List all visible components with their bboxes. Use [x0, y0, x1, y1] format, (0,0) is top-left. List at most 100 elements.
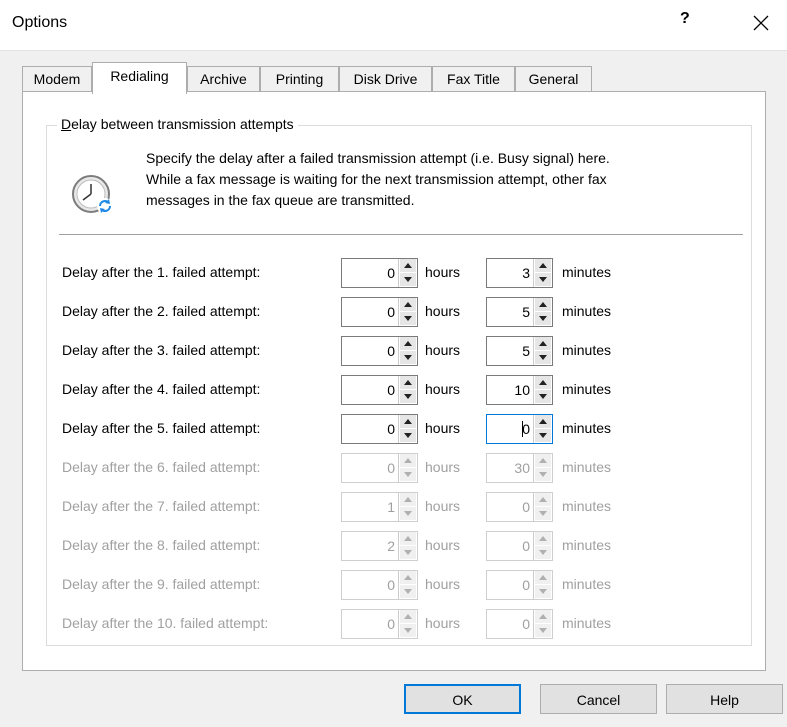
hours-spinner[interactable]: 0 [341, 258, 418, 288]
minutes-unit-label: minutes [562, 576, 612, 592]
hours-unit-label: hours [425, 576, 461, 592]
hours-value[interactable]: 0 [387, 382, 395, 398]
minutes-up-button[interactable] [535, 415, 551, 428]
minutes-spinner[interactable]: 0 [486, 414, 553, 444]
minutes-unit-label: minutes [562, 381, 612, 397]
hours-up-button[interactable] [400, 376, 416, 389]
minutes-down-button[interactable] [535, 273, 551, 286]
minutes-spinner[interactable]: 5 [486, 297, 553, 327]
tab-modem[interactable]: Modem [22, 66, 92, 92]
minutes-up-button [535, 532, 551, 545]
help-button-bottom[interactable]: Help [666, 684, 783, 714]
minutes-up-button[interactable] [535, 259, 551, 272]
hours-spinner: 1 [341, 492, 418, 522]
hours-up-button[interactable] [400, 415, 416, 428]
hours-spin-buttons [398, 298, 417, 326]
text-caret [522, 421, 523, 437]
minutes-value: 0 [522, 499, 530, 515]
minutes-value[interactable]: 10 [514, 382, 530, 398]
minutes-value[interactable]: 5 [522, 304, 530, 320]
hours-up-button[interactable] [400, 298, 416, 311]
tab-general[interactable]: General [515, 66, 592, 92]
minutes-up-button[interactable] [535, 337, 551, 350]
hours-down-button[interactable] [400, 429, 416, 442]
delay-label: Delay after the 3. failed attempt: [62, 342, 261, 358]
tab-fax-title[interactable]: Fax Title [432, 66, 515, 92]
hours-spinner[interactable]: 0 [341, 297, 418, 327]
arrow-down-icon [404, 628, 412, 633]
minutes-down-button[interactable] [535, 351, 551, 364]
hours-value[interactable]: 0 [387, 343, 395, 359]
tab-archive[interactable]: Archive [187, 66, 260, 92]
hours-value[interactable]: 0 [387, 421, 395, 437]
minutes-value[interactable]: 0 [522, 421, 530, 437]
arrow-down-icon [539, 277, 547, 282]
help-button[interactable]: ? [680, 10, 690, 28]
hours-up-button [400, 493, 416, 506]
hours-unit-label: hours [425, 342, 461, 358]
cancel-button[interactable]: Cancel [540, 684, 657, 714]
hours-up-button[interactable] [400, 337, 416, 350]
close-icon[interactable] [746, 8, 776, 38]
delay-row: Delay after the 1. failed attempt: 0 hours… [62, 258, 742, 288]
hours-unit-label: hours [425, 459, 461, 475]
minutes-up-button[interactable] [535, 376, 551, 389]
minutes-spinner[interactable]: 5 [486, 336, 553, 366]
tab-redialing[interactable]: Redialing [92, 62, 187, 94]
minutes-spin-buttons [533, 337, 552, 365]
hours-down-button[interactable] [400, 390, 416, 403]
arrow-up-icon [404, 263, 412, 268]
description-line: messages in the fax queue are transmitte… [146, 192, 415, 208]
delay-row: Delay after the 2. failed attempt: 0 hours… [62, 297, 742, 327]
hours-down-button[interactable] [400, 312, 416, 325]
arrow-up-icon [404, 614, 412, 619]
arrow-up-icon [539, 575, 547, 580]
hours-value[interactable]: 0 [387, 265, 395, 281]
minutes-spinner: 0 [486, 609, 553, 639]
delay-label: Delay after the 7. failed attempt: [62, 498, 261, 514]
hours-spinner: 0 [341, 453, 418, 483]
tab-disk-drive[interactable]: Disk Drive [339, 66, 432, 92]
minutes-spinner[interactable]: 3 [486, 258, 553, 288]
minutes-down-button[interactable] [535, 429, 551, 442]
delay-label: Delay after the 4. failed attempt: [62, 381, 261, 397]
arrow-up-icon [539, 614, 547, 619]
description-line: While a fax message is waiting for the n… [146, 171, 607, 187]
delay-label: Delay after the 1. failed attempt: [62, 264, 261, 280]
window-title: Options [12, 14, 68, 31]
hours-unit-label: hours [425, 264, 461, 280]
hours-spinner[interactable]: 0 [341, 375, 418, 405]
minutes-value: 0 [522, 616, 530, 632]
minutes-value[interactable]: 3 [522, 265, 530, 281]
hours-down-button [400, 624, 416, 637]
hours-spin-buttons [398, 610, 417, 638]
delay-label: Delay after the 6. failed attempt: [62, 459, 261, 475]
hours-spinner[interactable]: 0 [341, 414, 418, 444]
minutes-down-button[interactable] [535, 312, 551, 325]
arrow-up-icon [539, 536, 547, 541]
hours-spin-buttons [398, 454, 417, 482]
hours-up-button[interactable] [400, 259, 416, 272]
hours-unit-label: hours [425, 498, 461, 514]
minutes-down-button[interactable] [535, 390, 551, 403]
hours-down-button[interactable] [400, 273, 416, 286]
tab-printing[interactable]: Printing [260, 66, 339, 92]
hours-value: 1 [387, 499, 395, 515]
hours-spinner[interactable]: 0 [341, 336, 418, 366]
hours-unit-label: hours [425, 615, 461, 631]
minutes-value[interactable]: 5 [522, 343, 530, 359]
hours-value[interactable]: 0 [387, 304, 395, 320]
minutes-spin-buttons [533, 454, 552, 482]
minutes-spinner[interactable]: 10 [486, 375, 553, 405]
minutes-up-button[interactable] [535, 298, 551, 311]
hours-spin-buttons [398, 415, 417, 443]
minutes-spinner: 30 [486, 453, 553, 483]
group-title: Delay between transmission attempts [57, 116, 298, 132]
minutes-up-button [535, 493, 551, 506]
minutes-up-button [535, 571, 551, 584]
minutes-spin-buttons [533, 259, 552, 287]
arrow-up-icon [404, 341, 412, 346]
arrow-down-icon [539, 511, 547, 516]
hours-down-button[interactable] [400, 351, 416, 364]
ok-button[interactable]: OK [404, 684, 521, 714]
